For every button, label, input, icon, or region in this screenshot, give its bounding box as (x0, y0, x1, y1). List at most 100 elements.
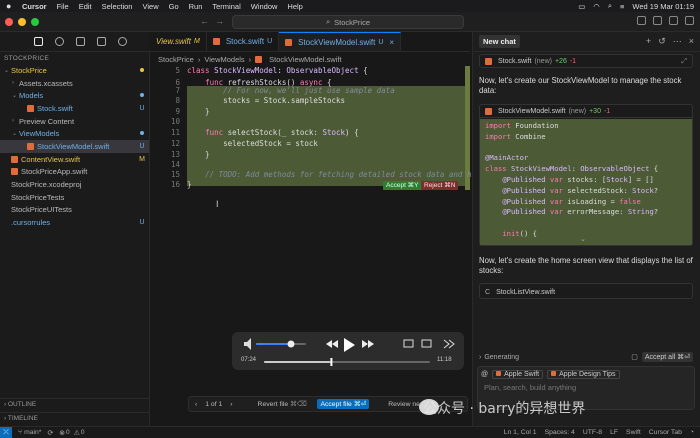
generating-label: Generating (484, 353, 519, 361)
cursor-position[interactable]: Ln 1, Col 1 (504, 429, 537, 436)
language-mode[interactable]: Swift (626, 429, 641, 436)
play-icon[interactable] (344, 338, 355, 352)
file-card-stocklistview[interactable]: C StockListView.swift (479, 283, 693, 299)
menu-file[interactable]: File (57, 2, 69, 11)
accept-change-button[interactable]: Accept ⌘Y (383, 181, 422, 190)
outline-section[interactable]: › OUTLINE (0, 398, 150, 410)
tab-new-chat[interactable]: New chat (479, 35, 520, 48)
search-icon[interactable] (55, 37, 64, 46)
fast-forward-icon[interactable] (362, 340, 374, 348)
chevron-up-icon[interactable]: ‹ (195, 401, 197, 408)
branch-name[interactable]: main* (24, 429, 41, 436)
file-card-stock[interactable]: Stock.swift (new) +26 -1 ⤢ (479, 54, 693, 68)
reject-change-button[interactable]: Reject ⌘N (421, 181, 459, 190)
sidebar-item[interactable]: StockViewModel.swift U (0, 140, 149, 153)
history-icon[interactable]: ↺ (658, 36, 666, 47)
fullscreen-icon[interactable] (443, 339, 455, 349)
volume-knob[interactable] (287, 340, 295, 348)
toggle-chat-icon[interactable] (669, 16, 678, 25)
toggle-sidebar-icon[interactable] (637, 16, 646, 25)
cursor-tab-status[interactable]: Cursor Tab (649, 429, 682, 436)
sidebar-item[interactable]: StockPriceTests (0, 191, 149, 204)
airplay-icon[interactable] (403, 339, 414, 348)
sidebar-item[interactable]: ⌄ Models (0, 89, 149, 102)
control-center-icon[interactable]: ≡ (620, 2, 624, 11)
menubar-clock[interactable]: Wed 19 Mar 01:19 (632, 2, 694, 11)
sidebar-item[interactable]: › Assets.xcassets (0, 77, 149, 90)
search-label: StockPrice (334, 17, 371, 27)
encoding[interactable]: UTF-8 (583, 429, 602, 436)
indentation[interactable]: Spaces: 4 (545, 429, 575, 436)
timeline-section[interactable]: › TIMELINE (0, 412, 150, 424)
breadcrumb-item[interactable]: StockPrice (158, 55, 194, 64)
breadcrumb-item[interactable]: StockViewModel.swift (269, 55, 341, 64)
sidebar-item[interactable]: ⌄ StockPrice (0, 64, 149, 77)
sidebar-item[interactable]: ⌄ ViewModels (0, 127, 149, 140)
menu-edit[interactable]: Edit (79, 2, 92, 11)
menu-terminal[interactable]: Terminal (212, 2, 240, 11)
code-editor[interactable]: 5 6 7 8 9 10 11 12 13 14 15 16 class StockViewModel… (150, 66, 481, 196)
explorer-icon[interactable] (34, 37, 43, 46)
close-icon[interactable]: × (389, 38, 394, 47)
chevron-down-icon[interactable]: › (230, 401, 232, 408)
context-chip[interactable]: Apple Design Tips (547, 370, 620, 379)
menu-help[interactable]: Help (287, 2, 302, 11)
wifi-icon[interactable]: ◠ (593, 2, 600, 11)
context-chip[interactable]: Apple Swift (492, 370, 544, 379)
sidebar-item[interactable]: .cursorrules U (0, 216, 149, 229)
pip-icon[interactable] (421, 339, 432, 348)
apple-icon[interactable]: ● (6, 1, 14, 11)
search-icon[interactable]: ⌕ (608, 1, 612, 11)
sidebar-item-label: StockPriceUITests (11, 205, 72, 215)
menu-window[interactable]: Window (251, 2, 278, 11)
debug-icon[interactable] (118, 37, 127, 46)
accept-file-button[interactable]: Accept file ⌘⏎ (317, 399, 370, 409)
command-search[interactable]: ⌕ StockPrice (232, 15, 464, 29)
sidebar-item[interactable]: Stock.swift U (0, 102, 149, 115)
more-icon[interactable]: ⋯ (673, 36, 682, 47)
menu-go[interactable]: Go (169, 2, 179, 11)
file-card-stockviewmodel[interactable]: StockViewModel.swift (new) +30 -1 import… (479, 104, 693, 246)
chevron-down-icon[interactable]: ⌄ (580, 235, 586, 243)
camera-icon[interactable]: ▭ (578, 2, 585, 11)
sidebar-item[interactable]: StockPriceUITests (0, 204, 149, 217)
progress-playhead[interactable] (330, 358, 333, 366)
menu-run[interactable]: Run (189, 2, 203, 11)
rewind-icon[interactable] (326, 340, 338, 348)
sidebar-item[interactable]: StockPriceApp.swift (0, 166, 149, 179)
menu-view[interactable]: View (142, 2, 158, 11)
line-ending[interactable]: LF (610, 429, 618, 436)
sync-icon[interactable]: ⟳ (47, 429, 53, 437)
menu-selection[interactable]: Selection (102, 2, 133, 11)
source-control-icon[interactable] (76, 37, 85, 46)
tab-view-swift[interactable]: View.swift M (150, 32, 207, 51)
plus-icon[interactable]: + (646, 36, 651, 47)
error-icon[interactable]: ⊗ (59, 429, 65, 437)
sidebar-item-label: ViewModels (19, 129, 60, 139)
tab-stockviewmodel-swift[interactable]: StockViewModel.swift U × (279, 32, 402, 51)
stop-icon[interactable]: ▢ (631, 353, 638, 361)
revert-file-button[interactable]: Revert file ⌘⌫ (255, 399, 310, 409)
forward-arrow-icon[interactable]: → (215, 16, 230, 26)
bell-icon[interactable]: ◔ (690, 429, 694, 436)
back-arrow-icon[interactable]: ← (200, 16, 215, 26)
extensions-icon[interactable] (97, 37, 106, 46)
warning-icon[interactable]: ⚠ (74, 429, 80, 437)
breadcrumb-item[interactable]: ViewModels (204, 55, 244, 64)
close-window-button[interactable] (5, 17, 13, 26)
minimize-window-button[interactable] (18, 17, 26, 26)
remote-icon[interactable]: ⤫ (0, 426, 12, 438)
sidebar-item[interactable]: › Preview Content (0, 115, 149, 128)
accept-all-button[interactable]: Accept all ⌘⏎ (641, 352, 693, 362)
close-icon[interactable]: × (689, 36, 694, 47)
sidebar-item[interactable]: ContentView.swift M (0, 153, 149, 166)
volume-icon[interactable] (244, 338, 251, 350)
zoom-window-button[interactable] (31, 17, 39, 26)
expand-icon[interactable]: ⤢ (681, 58, 692, 66)
at-icon[interactable]: @ (481, 371, 488, 378)
menu-app[interactable]: Cursor (22, 2, 47, 11)
toggle-panel-icon[interactable] (653, 16, 662, 25)
layout-icon[interactable] (685, 16, 694, 25)
sidebar-item[interactable]: StockPrice.xcodeproj (0, 178, 149, 191)
tab-stock-swift[interactable]: Stock.swift U (207, 32, 280, 51)
